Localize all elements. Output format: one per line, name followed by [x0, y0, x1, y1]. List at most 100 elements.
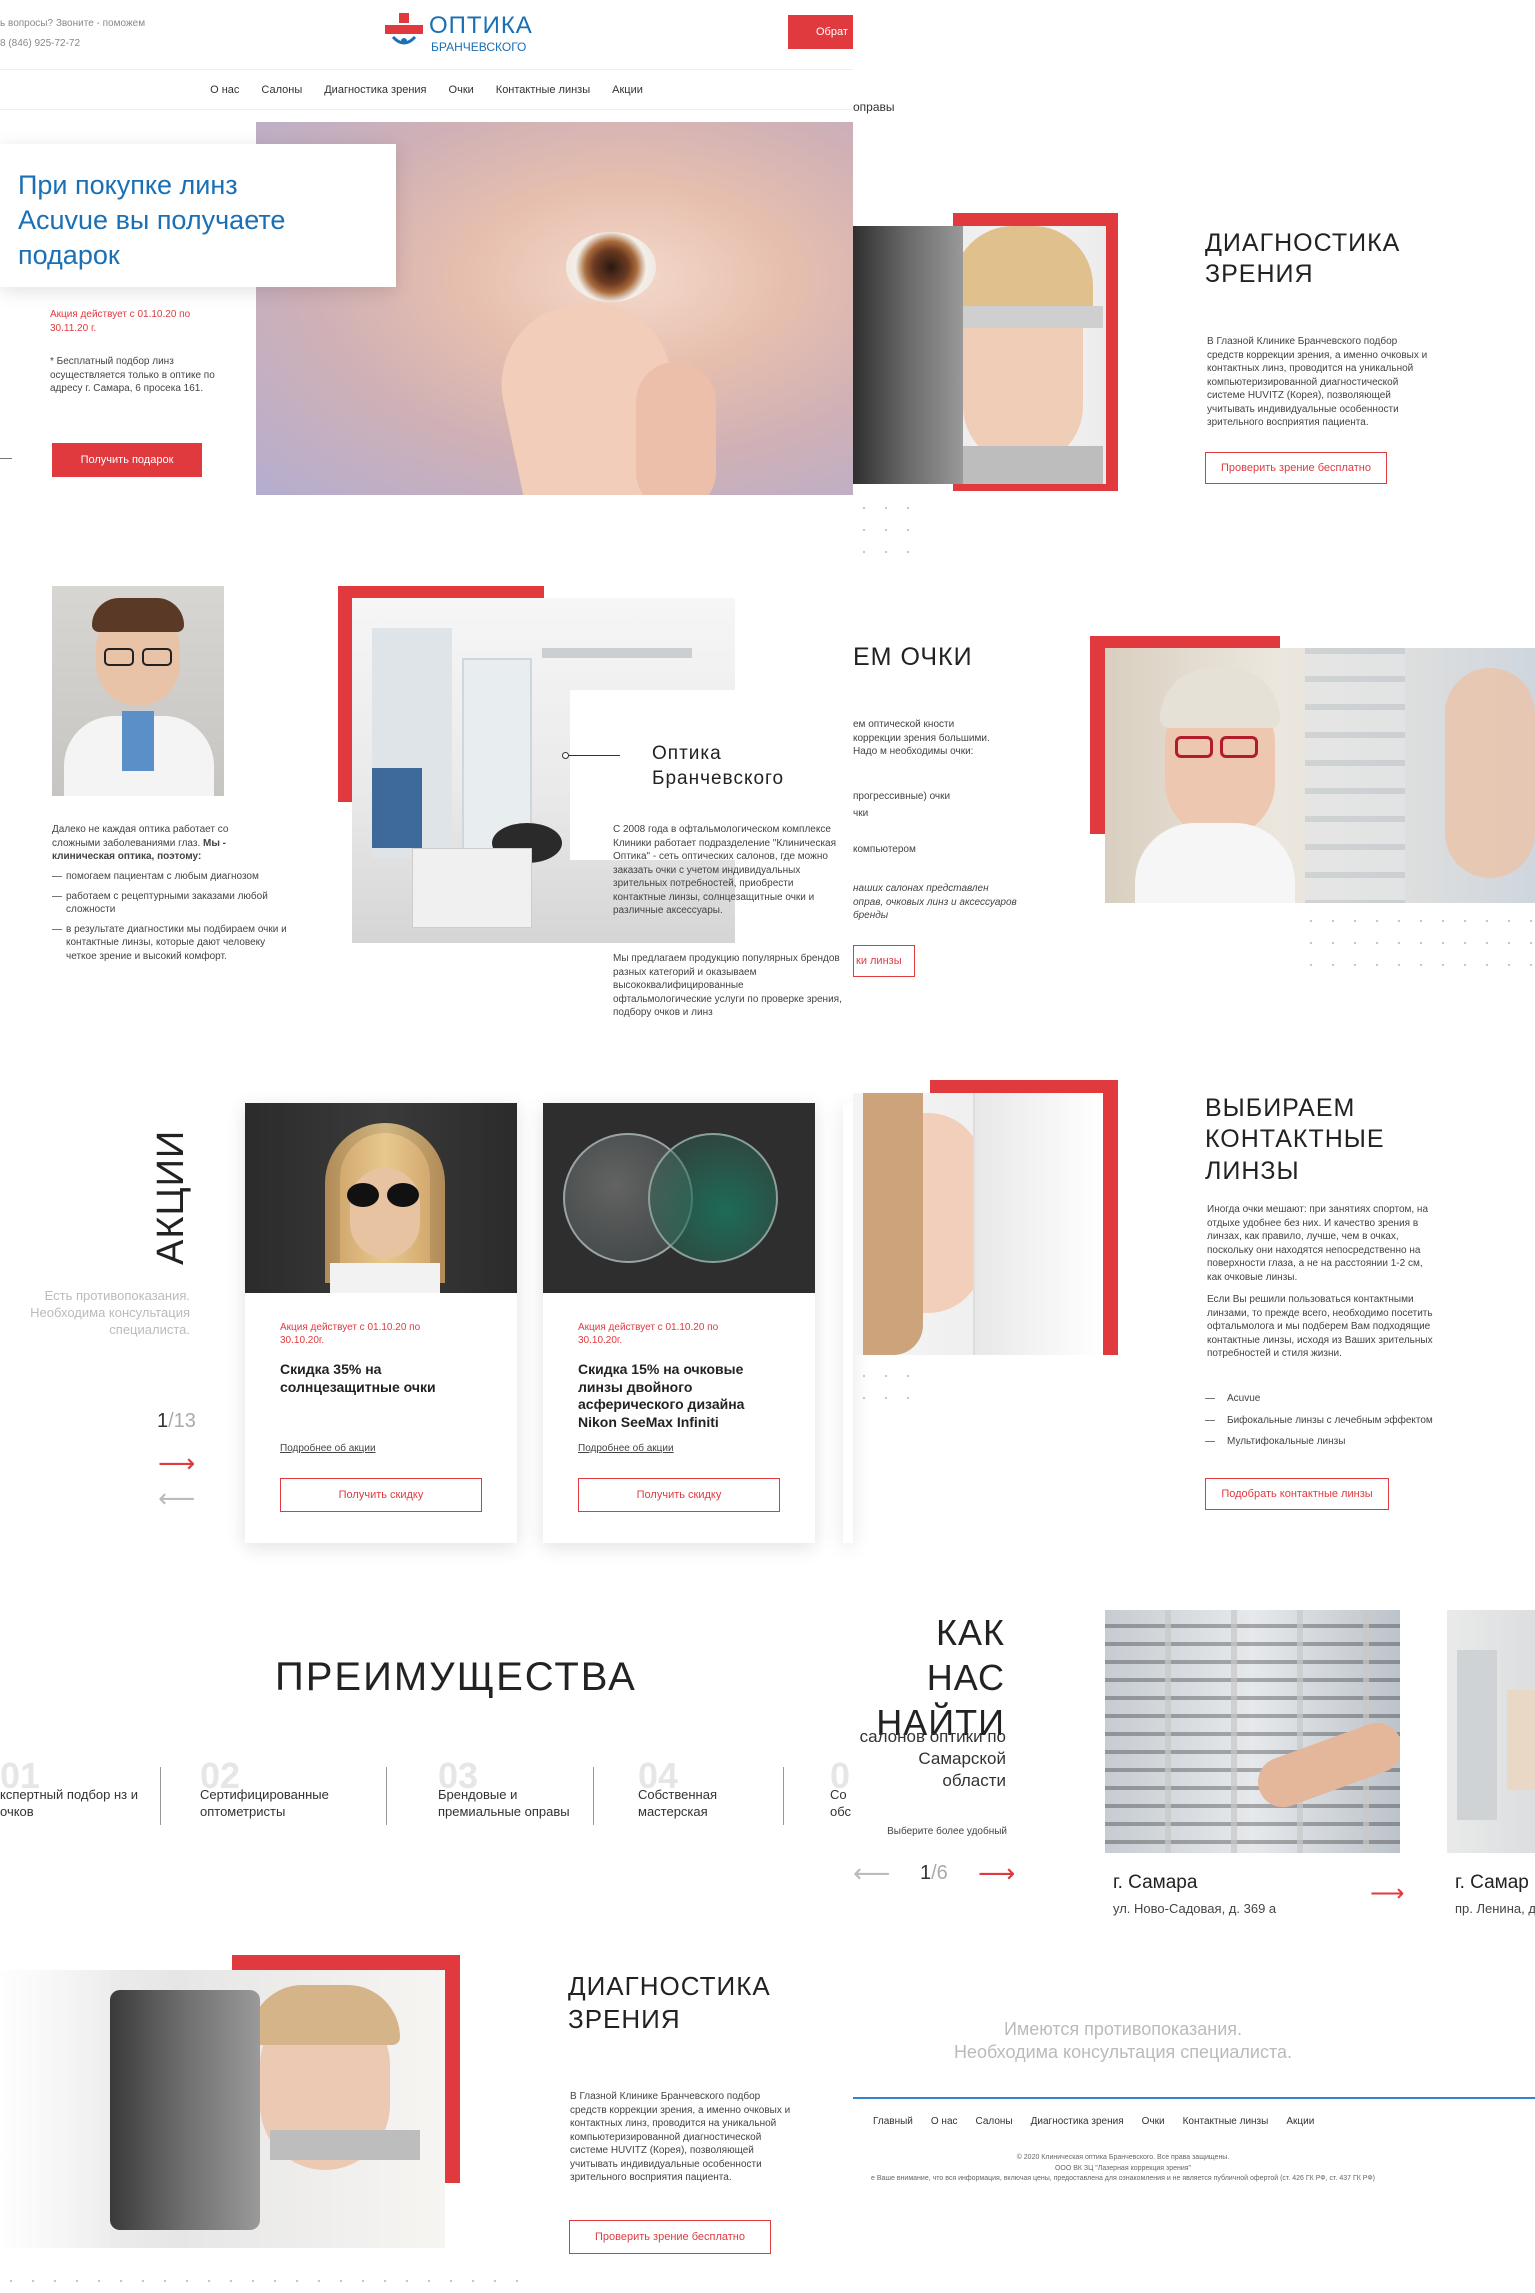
salon-city: г. Самара — [1113, 1872, 1198, 1893]
check-vision-button[interactable]: Проверить зрение бесплатно — [1205, 452, 1387, 484]
footer-nav-promo[interactable]: Акции — [1286, 2116, 1314, 2127]
promo-card-2: Акция действует с 01.10.20 по 30.10.20г.… — [543, 1103, 815, 1543]
find-subtitle: салонов оптики по Самарской области — [859, 1727, 1006, 1791]
about-list: помогаем пациентам с любым диагнозом раб… — [52, 870, 292, 969]
diag1-text: В Глазной Клинике Бранчевского подбор ср… — [1207, 336, 1428, 428]
footer-nav-home[interactable]: Главный — [873, 2116, 913, 2127]
salon-address: ул. Ново-Садовая, д. 369 а — [1113, 1901, 1277, 1916]
nav-diagnostics[interactable]: Диагностика зрения — [324, 84, 426, 96]
glasses-button[interactable]: ки линзы — [853, 945, 915, 977]
find-counter: 1/6 — [920, 1862, 948, 1884]
find-title: КАК НАС НАЙТИ — [876, 1612, 1005, 1743]
get-discount-button[interactable]: Получить скидку — [280, 1478, 482, 1512]
main-nav: О нас Салоны Диагностика зрения Очки Кон… — [0, 70, 853, 110]
footer-nav-diagnostics[interactable]: Диагностика зрения — [1031, 2116, 1124, 2127]
contacts-item: Acuvue — [1205, 1392, 1485, 1406]
hero-note: * Бесплатный подбор линз осуществляется … — [50, 356, 215, 394]
promo-card-period: Акция действует с 01.10.20 по 30.10.20г. — [578, 1322, 719, 1346]
glasses-woman-photo — [1105, 648, 1535, 903]
glasses-title: ЕМ ОЧКИ — [853, 643, 973, 671]
contacts-list: Acuvue Бифокальные линзы с лечебным эффе… — [1205, 1392, 1485, 1457]
logo-top: ОПТИКА — [429, 12, 533, 39]
promo-card-link[interactable]: Подробнее об акции — [280, 1443, 376, 1454]
callback-button[interactable]: Обрат — [788, 15, 853, 49]
contacts-item: Мультифокальные линзы — [1205, 1435, 1485, 1449]
header: ь вопросы? Звоните - поможем 8 (846) 925… — [0, 0, 853, 70]
find-next-arrow-icon[interactable]: ⟶ — [978, 1860, 1015, 1886]
glasses-note: наших салонах представлен оправ, очковых… — [853, 883, 1017, 921]
promo-card-link[interactable]: Подробнее об акции — [578, 1443, 674, 1454]
footer-line — [853, 2097, 1535, 2099]
glasses-item: чки — [853, 808, 869, 819]
get-gift-button[interactable]: Получить подарок — [52, 443, 202, 477]
about-connector — [565, 755, 620, 756]
nav-salons[interactable]: Салоны — [261, 84, 302, 96]
diag2-text: В Глазной Клинике Бранчевского подбор ср… — [570, 2091, 791, 2183]
hero-brand: Acuvue — [18, 205, 109, 236]
nav-about[interactable]: О нас — [210, 84, 239, 96]
promo-card-title: Скидка 35% на солнцезащитные очки — [280, 1361, 436, 1395]
diag1-title: ДИАГНОСТИКА ЗРЕНИЯ — [1205, 229, 1401, 289]
about-title: Оптика Бранчевского — [652, 743, 785, 789]
about-item: в результате диагностики мы подбираем оч… — [52, 923, 292, 964]
promo-card-3-peek — [843, 1103, 853, 1543]
salon-city: г. Самар — [1455, 1872, 1529, 1893]
advantage-item: 04 Собственная мастерская — [638, 1755, 717, 1819]
header-phone[interactable]: 8 (846) 925-72-72 — [0, 37, 80, 51]
about-item: помогаем пациентам с любым диагнозом — [52, 870, 292, 884]
footer-nav-glasses[interactable]: Очки — [1142, 2116, 1165, 2127]
advantage-item: 01 кспертный подбор нз и очков — [0, 1755, 138, 1819]
check-vision-button[interactable]: Проверить зрение бесплатно — [569, 2220, 771, 2254]
diag2-photo — [0, 1970, 445, 2248]
promo-note: Есть противопоказания. Необходима консул… — [30, 1288, 190, 1337]
promo-next-arrow-icon[interactable]: ⟶ — [158, 1450, 195, 1476]
footer-nav-contacts[interactable]: Контактные линзы — [1183, 2116, 1269, 2127]
advantage-item: 0 Со обс — [830, 1755, 852, 1819]
nav-promo[interactable]: Акции — [612, 84, 643, 96]
about-paragraph-1: С 2008 года в офтальмологическом комплек… — [613, 824, 837, 916]
find-prev-arrow-icon[interactable]: ⟵ — [853, 1860, 890, 1886]
contacts-item: Бифокальные линзы с лечебным эффектом — [1205, 1414, 1485, 1428]
promo-lenses-photo — [543, 1103, 815, 1293]
diag2-title: ДИАГНОСТИКА ЗРЕНИЯ — [568, 1971, 771, 2034]
promo-title: АКЦИИ — [150, 1129, 192, 1265]
about-item: работаем с рецептурными заказами любой с… — [52, 890, 292, 917]
footer-warning: Имеются противопоказания. Необходима кон… — [953, 2019, 1293, 2063]
about-paragraph-2: Мы предлагаем продукцию популярных бренд… — [613, 953, 842, 1018]
promo-prev-arrow-icon[interactable]: ⟵ — [158, 1485, 195, 1511]
top-crop-text: оправы — [853, 100, 895, 114]
find-hint: Выберите более удобный — [887, 1826, 1007, 1837]
promo-sunglasses-photo — [245, 1103, 517, 1293]
contacts-paragraph-1: Иногда очки мешают: при занятиях спортом… — [1207, 1204, 1429, 1283]
footer-nav-salons[interactable]: Салоны — [976, 2116, 1013, 2127]
about-connector-dot — [562, 752, 569, 759]
promo-card-1: Акция действует с 01.10.20 по 30.10.20г.… — [245, 1103, 517, 1543]
glasses-text: ем оптической кности коррекции зрения бо… — [853, 719, 990, 757]
logo-bottom: БРАНЧЕВСКОГО — [431, 40, 527, 54]
logo[interactable]: ОПТИКА БРАНЧЕВСКОГО — [385, 10, 545, 60]
contacts-paragraph-2: Если Вы решили пользоваться контактными … — [1207, 1294, 1433, 1359]
header-questions: ь вопросы? Звоните - поможем — [0, 18, 146, 29]
hero-title: При покупке линз Acuvue вы получаете под… — [18, 170, 286, 271]
nav-glasses[interactable]: Очки — [449, 84, 474, 96]
promo-counter: 1/13 — [157, 1410, 196, 1432]
glasses-item: компьютером — [853, 844, 916, 855]
advantage-item: 02 Сертифицированные оптометристы — [200, 1755, 329, 1819]
promo-card-title: Скидка 15% на очковые линзы двойного асф… — [578, 1361, 745, 1430]
footer-copyright: © 2020 Клиническая оптика Бранчевского. … — [870, 2154, 1375, 2182]
contacts-dots-pattern — [853, 1365, 923, 1405]
glasses-dots-pattern — [1300, 910, 1535, 975]
nav-contacts[interactable]: Контактные линзы — [496, 84, 590, 96]
advantage-item: 03 Брендовые и премиальные оправы — [438, 1755, 570, 1819]
choose-lenses-button[interactable]: Подобрать контактные линзы — [1205, 1478, 1389, 1510]
contacts-title: ВЫБИРАЕМ КОНТАКТНЫЕ ЛИНЗЫ — [1205, 1094, 1385, 1185]
get-discount-button[interactable]: Получить скидку — [578, 1478, 780, 1512]
salon-photo-2 — [1447, 1610, 1535, 1853]
diag1-photo — [853, 226, 1106, 484]
footer-nav-about[interactable]: О нас — [931, 2116, 958, 2127]
salon-photo-1 — [1105, 1610, 1400, 1853]
advantages-row: 01 кспертный подбор нз и очков 02 Сертиф… — [0, 1755, 853, 1855]
salon-arrow-icon[interactable]: ⟶ — [1370, 1882, 1404, 1906]
diag1-dots-pattern — [853, 497, 913, 562]
salon-address: пр. Ленина, д — [1455, 1901, 1535, 1916]
